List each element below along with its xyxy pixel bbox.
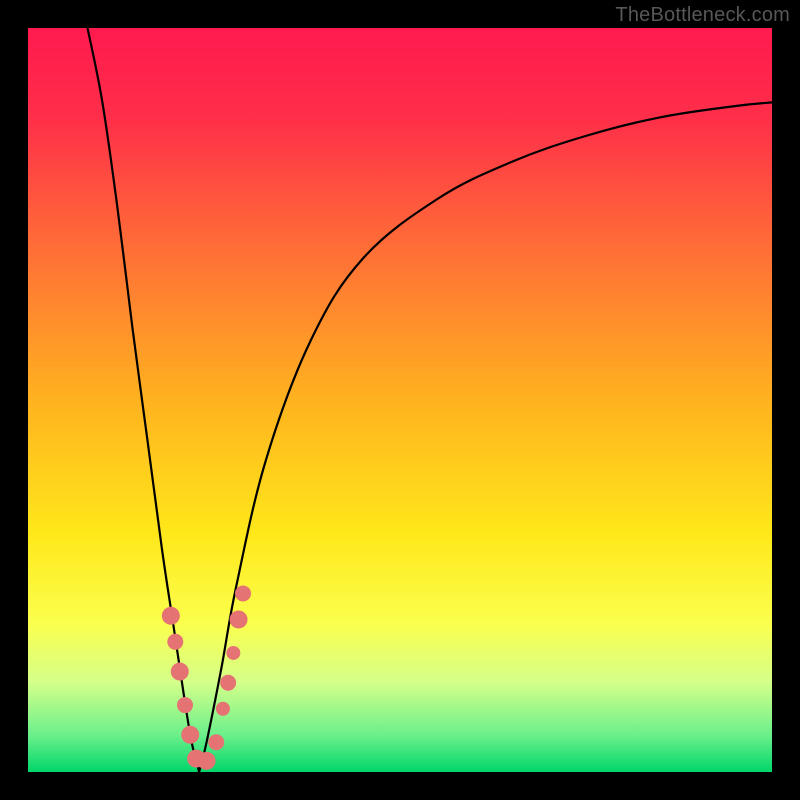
data-marker-12 [235, 585, 251, 601]
data-marker-6 [198, 752, 216, 770]
data-marker-2 [171, 663, 189, 681]
data-marker-10 [226, 646, 240, 660]
data-marker-3 [177, 697, 193, 713]
chart-frame: TheBottleneck.com [0, 0, 800, 800]
data-marker-9 [220, 675, 236, 691]
data-marker-0 [162, 607, 180, 625]
chart-svg [28, 28, 772, 772]
gradient-background [28, 28, 772, 772]
data-marker-11 [230, 610, 248, 628]
chart-plot [28, 28, 772, 772]
data-marker-8 [216, 702, 230, 716]
data-marker-4 [181, 726, 199, 744]
data-marker-7 [208, 734, 224, 750]
watermark-text: TheBottleneck.com [615, 4, 790, 27]
data-marker-1 [167, 634, 183, 650]
